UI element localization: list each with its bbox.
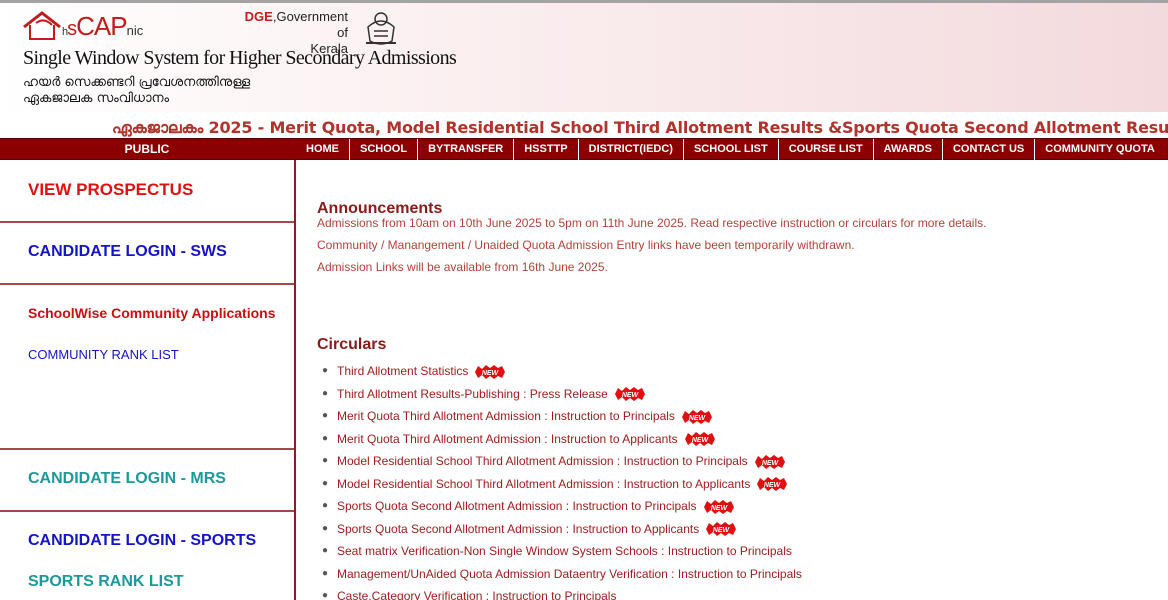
circular-link[interactable]: Third Allotment Statistics [337,364,468,378]
circular-item: ● Seat matrix Verification-Non Single Win… [320,540,1140,563]
public-label: PUBLIC [124,142,170,156]
new-badge-icon: NEW [757,477,788,492]
circulars-list: ● Third Allotment Statistics NEW ● Third All… [320,360,1140,600]
bullet-icon: ● [322,567,329,579]
nav-bar: PUBLIC HOME SCHOOL BYTRANSFER HSSTTP DIS… [0,138,1168,160]
circular-link[interactable]: Model Residential School Third Allotment… [337,454,748,468]
community-rank-list-link[interactable]: COMMUNITY RANK LIST [28,347,179,362]
nav-school[interactable]: SCHOOL [349,139,417,160]
nav-awards[interactable]: AWARDS [872,139,942,160]
circular-item: ● Model Residential School Third Allotmen… [320,450,1140,473]
nav-bytransfer[interactable]: BYTRANSFER [417,139,513,160]
nav-hssttp[interactable]: HSSTTP [513,139,577,160]
announcement-line: Admissions from 10am on 10th June 2025 t… [317,218,987,230]
new-badge-label: NEW [764,482,782,489]
nav-course-list[interactable]: COURSE LIST [777,139,873,160]
new-badge-icon: NEW [754,454,785,469]
bullet-icon: ● [322,410,329,421]
circular-link[interactable]: Merit Quota Third Allotment Admission : … [337,409,675,423]
bullet-icon: ● [322,545,329,556]
new-badge-icon: NEW [681,409,712,424]
site-title: Single Window System for Higher Secondar… [23,47,457,69]
nav-contact-us[interactable]: CONTACT US [941,139,1034,160]
announcements-title: Announcements [317,200,443,217]
circular-item: ● Sports Quota Second Allotment Admission… [320,518,1140,541]
sidebar-block-prospectus: VIEW PROSPECTUS [0,160,294,223]
candidate-login-mrs-link[interactable]: CANDIDATE LOGIN - MRS [28,470,226,488]
sidebar-block-mrs: CANDIDATE LOGIN - MRS [0,450,294,512]
circular-link[interactable]: Sports Quota Second Allotment Admission … [337,499,697,513]
circular-item: ● Management/UnAided Quota Admission Data… [320,563,1140,586]
malayalam-title-line2: ഏകജാലക സംവിധാനം [23,91,170,106]
new-badge-label: NEW [622,392,640,399]
new-badge-label: NEW [691,437,709,444]
sidebar-block-sws: CANDIDATE LOGIN - SWS [0,223,294,285]
circular-link[interactable]: Merit Quota Third Allotment Admission : … [337,432,678,446]
announcement-line: Admission Links will be available from 1… [317,260,608,274]
announcements-scroller: Admissions from 10am on 10th June 2025 t… [317,218,1017,278]
new-badge-label: NEW [710,505,728,512]
new-badge-icon: NEW [684,432,715,447]
view-prospectus-link[interactable]: VIEW PROSPECTUS [28,180,193,200]
new-badge-label: NEW [761,460,779,467]
new-badge-icon: NEW [706,522,737,537]
bullet-icon: ● [322,387,329,399]
bullet-icon: ● [322,432,329,444]
new-badge-icon: NEW [614,387,645,402]
circular-item: ● Caste,Category Verification : Instructi… [320,585,1140,600]
kerala-emblem-icon [366,12,396,45]
new-badge-label: NEW [482,370,500,377]
schoolwise-community-link[interactable]: SchoolWise Community Applications [28,305,276,321]
sidebar-block-sports: CANDIDATE LOGIN - SPORTS SPORTS RANK LIS… [0,512,294,600]
circulars-title: Circulars [317,336,387,353]
top-menu: HOME SCHOOL BYTRANSFER HSSTTP DISTRICT(I… [296,139,1165,160]
circular-link[interactable]: Third Allotment Results-Publishing : Pre… [337,387,608,401]
site-header: hsCAPnic DGE,Government of Kerala Single… [0,0,1168,112]
hscap-logo-text: hsCAPnic [62,11,144,41]
nav-school-list[interactable]: SCHOOL LIST [682,139,778,160]
bullet-icon: ● [322,477,329,489]
circular-item: ● Merit Quota Third Allotment Admission :… [320,405,1140,428]
new-badge-label: NEW [713,527,731,534]
candidate-login-sports-link[interactable]: CANDIDATE LOGIN - SPORTS [28,532,256,550]
bullet-icon: ● [322,590,329,600]
marquee-text: ഏകജാലകം 2025 - Merit Quota, Model Reside… [112,118,1168,137]
circular-link[interactable]: Caste,Category Verification : Instructio… [337,589,616,600]
sports-rank-list-link[interactable]: SPORTS RANK LIST [28,573,184,591]
bullet-icon: ● [322,522,329,534]
news-marquee: ഏകജാലകം 2025 - Merit Quota, Model Reside… [0,117,1168,139]
circular-item: ● Third Allotment Statistics NEW [320,360,1140,383]
page: hsCAPnic DGE,Government of Kerala Single… [0,0,1168,600]
sidebar-block-community: SchoolWise Community Applications COMMUN… [0,285,294,450]
nav-district-iedc[interactable]: DISTRICT(IEDC) [577,139,683,160]
circular-item: ● Merit Quota Third Allotment Admission :… [320,428,1140,451]
circular-link[interactable]: Management/UnAided Quota Admission Datae… [337,567,802,581]
sidebar: VIEW PROSPECTUS CANDIDATE LOGIN - SWS Sc… [0,160,296,600]
nav-home[interactable]: HOME [296,139,349,160]
new-badge-icon: NEW [475,364,506,379]
candidate-login-sws-link[interactable]: CANDIDATE LOGIN - SWS [28,243,227,261]
circular-link[interactable]: Model Residential School Third Allotment… [337,477,750,491]
circular-link[interactable]: Seat matrix Verification-Non Single Wind… [337,544,792,558]
announcement-line: Community / Manangement / Unaided Quota … [317,238,855,252]
circular-item: ● Third Allotment Results-Publishing : Pr… [320,383,1140,406]
bullet-icon: ● [322,500,329,511]
nav-community-quota[interactable]: COMMUNITY QUOTA [1034,139,1165,160]
bullet-icon: ● [322,455,329,466]
bullet-icon: ● [322,365,329,376]
new-badge-label: NEW [689,415,707,422]
new-badge-icon: NEW [703,499,734,514]
circular-item: ● Model Residential School Third Allotmen… [320,473,1140,496]
main-content: Announcements Admissions from 10am on 10… [298,160,1168,600]
circular-link[interactable]: Sports Quota Second Allotment Admission … [337,522,699,536]
malayalam-title-line1: ഹയർ സെക്കണ്ടറി പ്രവേശനത്തിനുള്ള [23,75,251,90]
circular-item: ● Sports Quota Second Allotment Admission… [320,495,1140,518]
